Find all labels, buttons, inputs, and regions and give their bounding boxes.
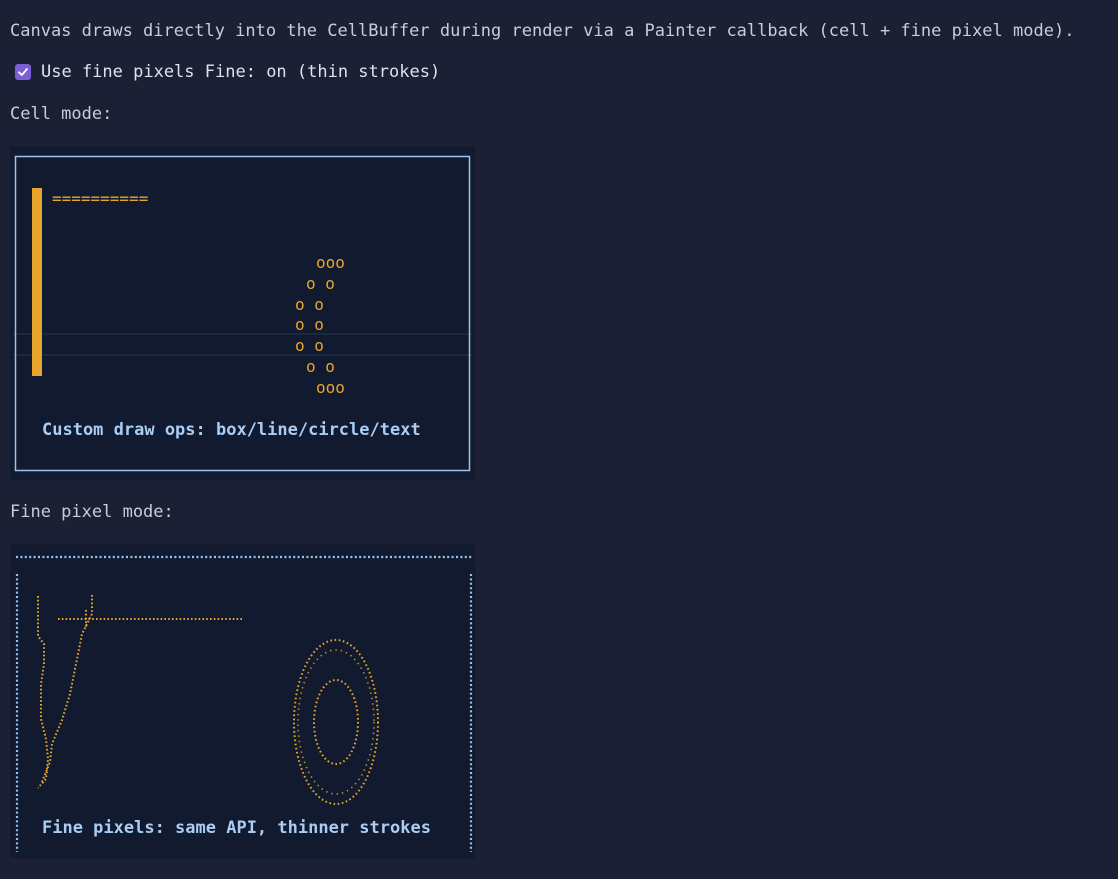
cell-circle-row: o o bbox=[295, 315, 324, 334]
cell-line-text: ========== bbox=[52, 189, 148, 208]
cell-mode-canvas: ========== ooo o o o o o o o o o o ooo C… bbox=[10, 146, 475, 480]
cell-circle-row: o o bbox=[295, 336, 324, 355]
fine-vertical-stroke bbox=[37, 596, 50, 789]
cell-circle-row: ooo bbox=[316, 253, 345, 272]
cell-mode-heading: Cell mode: bbox=[10, 104, 113, 124]
fine-outer-circle bbox=[293, 639, 379, 805]
checkmark-icon bbox=[18, 68, 28, 76]
fine-diagonal-stroke bbox=[41, 594, 93, 783]
fine-caption: Fine pixels: same API, thinner strokes bbox=[42, 818, 431, 838]
cell-caption: Custom draw ops: box/line/circle/text bbox=[42, 420, 421, 440]
fine-inner-circle bbox=[313, 679, 359, 765]
cell-circle-row: o o bbox=[306, 357, 335, 376]
fine-canvas-drawing: Fine pixels: same API, thinner strokes bbox=[15, 555, 473, 852]
fine-pixels-label[interactable]: Use fine pixels bbox=[41, 62, 195, 82]
fine-mid-circle bbox=[297, 649, 375, 795]
fine-pixels-checkbox[interactable] bbox=[15, 64, 31, 80]
fine-pixels-toggle-row: Use fine pixels Fine: on (thin strokes) bbox=[10, 62, 440, 82]
cell-canvas-drawing: ========== ooo o o o o o o o o o o ooo C… bbox=[13, 155, 472, 472]
cell-circle-row: o o bbox=[295, 295, 324, 314]
cell-vertical-bar bbox=[32, 188, 42, 376]
cell-circle-row: o o bbox=[306, 274, 335, 293]
fine-pixel-canvas: Fine pixels: same API, thinner strokes bbox=[10, 544, 475, 858]
fine-mode-heading: Fine pixel mode: bbox=[10, 502, 174, 522]
description-text: Canvas draws directly into the CellBuffe… bbox=[10, 21, 1075, 41]
cell-circle-row: ooo bbox=[316, 378, 345, 397]
fine-pixels-status: Fine: on (thin strokes) bbox=[204, 62, 441, 82]
